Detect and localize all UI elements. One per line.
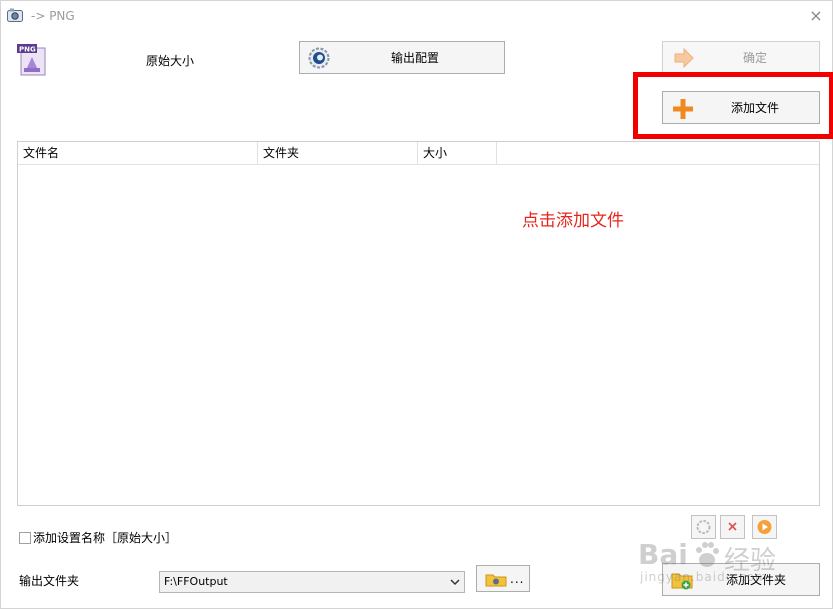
png-badge-text: PNG bbox=[19, 46, 36, 54]
add-folder-label: 添加文件夹 bbox=[726, 573, 787, 587]
chevron-down-icon bbox=[450, 579, 460, 586]
column-header-filename[interactable]: 文件名 bbox=[18, 142, 258, 165]
close-icon bbox=[728, 522, 737, 531]
play-icon bbox=[757, 520, 772, 534]
output-folder-label: 输出文件夹 bbox=[19, 574, 80, 588]
folder-camera-icon bbox=[485, 574, 507, 587]
output-config-label: 输出配置 bbox=[391, 51, 440, 65]
ok-label: 确定 bbox=[743, 51, 768, 65]
browse-folder-button[interactable]: ... bbox=[476, 565, 530, 592]
column-header-folder[interactable]: 文件夹 bbox=[258, 142, 418, 165]
png-file-icon: PNG bbox=[17, 44, 46, 76]
close-button[interactable]: × bbox=[803, 5, 829, 27]
file-list[interactable]: 文件名 文件夹 大小 点击添加文件 bbox=[17, 141, 820, 506]
settings-gear-icon bbox=[308, 47, 330, 69]
output-config-button[interactable]: 输出配置 bbox=[299, 41, 505, 74]
column-header-size[interactable]: 大小 bbox=[418, 142, 497, 165]
play-small-button[interactable] bbox=[752, 515, 777, 539]
output-folder-select[interactable]: F:\FFOutput bbox=[159, 571, 465, 593]
title-bar: -> PNG × bbox=[1, 1, 833, 31]
gear-small-button[interactable] bbox=[691, 515, 716, 539]
add-setting-name-option[interactable]: 添加设置名称［原始大小］ bbox=[19, 529, 177, 546]
add-folder-button[interactable]: 添加文件夹 bbox=[662, 563, 820, 596]
converter-window: -> PNG × PNG 原始大小 输出配置 确定 添加文件 文件名 文件夹 大… bbox=[0, 0, 833, 609]
original-size-label: 原始大小 bbox=[146, 54, 195, 68]
file-list-header: 文件名 文件夹 大小 bbox=[18, 142, 819, 165]
add-file-hint-text: 点击添加文件 bbox=[522, 211, 624, 231]
add-setting-name-label: 添加设置名称［原始大小］ bbox=[33, 531, 178, 545]
folder-add-icon bbox=[671, 573, 693, 590]
ok-button[interactable]: 确定 bbox=[662, 41, 820, 74]
browse-label: ... bbox=[510, 571, 525, 586]
remove-small-button[interactable] bbox=[720, 515, 745, 539]
arrow-right-icon bbox=[674, 48, 694, 68]
add-setting-name-checkbox[interactable] bbox=[19, 531, 31, 544]
gear-icon bbox=[696, 520, 711, 534]
output-folder-value: F:\FFOutput bbox=[164, 575, 228, 588]
window-title: -> PNG bbox=[31, 9, 75, 23]
app-icon bbox=[7, 8, 23, 22]
highlight-annotation-box bbox=[633, 72, 833, 139]
